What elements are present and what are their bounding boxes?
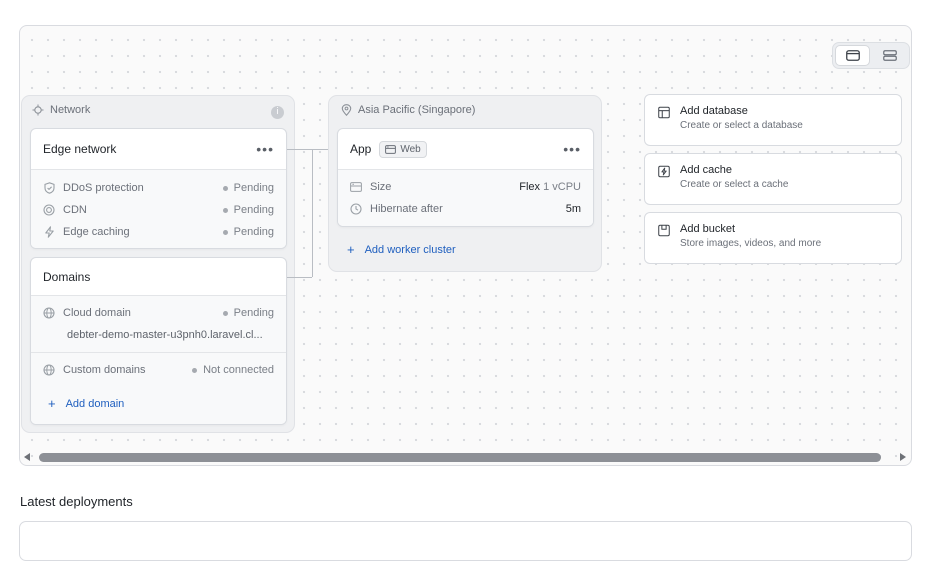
database-icon (658, 106, 670, 118)
hibernate-value: 5m (565, 203, 581, 215)
size-tier: Flex (519, 181, 541, 193)
list-item: DDoS protection Pending (43, 177, 274, 199)
add-bucket-card[interactable]: Add bucket Store images, videos, and mor… (644, 212, 902, 264)
clock-icon (350, 203, 362, 215)
hibernate-label: Hibernate after (370, 203, 443, 215)
custom-domains-row: Custom domains Not connected (43, 359, 274, 381)
app-title: App (350, 142, 372, 156)
list-view-button[interactable] (872, 45, 907, 66)
shield-icon (43, 182, 55, 194)
app-card[interactable]: App Web ••• Size Flex 1 vCPU Hibernate a… (337, 128, 594, 227)
edge-network-menu-button[interactable]: ••• (256, 142, 274, 156)
server-size-icon (350, 181, 362, 193)
size-row: Size Flex 1 vCPU (350, 176, 581, 198)
plus-icon: + (347, 242, 355, 257)
bucket-icon (658, 224, 670, 236)
canvas-view-button[interactable] (835, 45, 871, 66)
cdn-label: CDN (63, 204, 87, 216)
add-cache-card[interactable]: Add cache Create or select a cache (644, 153, 902, 205)
list-item: Edge caching Pending (43, 221, 274, 243)
web-badge-label: Web (400, 143, 421, 155)
add-database-card[interactable]: Add database Create or select a database (644, 94, 902, 146)
canvas-view-icon (845, 50, 860, 61)
add-database-title: Add database (680, 105, 748, 117)
add-cache-title: Add cache (680, 164, 732, 176)
add-worker-cluster-button[interactable]: + Add worker cluster (347, 243, 456, 256)
status-badge: Pending (233, 204, 274, 216)
ddos-protection-label: DDoS protection (63, 182, 144, 194)
web-badge: Web (379, 140, 427, 158)
size-label: Size (370, 181, 392, 193)
add-worker-cluster-label: Add worker cluster (364, 243, 456, 256)
edge-caching-label: Edge caching (63, 226, 130, 238)
location-pin-icon (340, 104, 352, 116)
connector-line (287, 277, 312, 278)
network-icon (32, 104, 44, 116)
network-group-header: Network (32, 104, 286, 116)
status-dot (222, 310, 228, 316)
horizontal-scrollbar[interactable] (20, 450, 911, 465)
cloud-domain-label: Cloud domain (63, 307, 131, 319)
add-domain-label: Add domain (65, 397, 125, 410)
scrollbar-thumb[interactable] (39, 453, 881, 462)
add-database-subtitle: Create or select a database (680, 120, 803, 131)
cdn-icon (43, 204, 55, 216)
globe-icon (43, 307, 55, 319)
view-toggle[interactable] (832, 42, 910, 69)
add-cache-subtitle: Create or select a cache (680, 179, 789, 190)
cache-icon (658, 165, 670, 177)
add-bucket-subtitle: Store images, videos, and more (680, 238, 822, 249)
list-item: CDN Pending (43, 199, 274, 221)
status-dot (222, 229, 228, 235)
plus-icon: + (48, 396, 56, 411)
status-badge: Pending (233, 307, 274, 319)
network-label: Network (50, 104, 91, 116)
region-label: Asia Pacific (Singapore) (358, 104, 476, 116)
status-dot (222, 207, 228, 213)
connector-line (312, 149, 313, 277)
latest-deployments-heading: Latest deployments (20, 494, 133, 509)
domains-title: Domains (43, 269, 91, 284)
globe-icon (43, 364, 55, 376)
bolt-icon (43, 226, 55, 238)
hibernate-row: Hibernate after 5m (350, 198, 581, 220)
edge-network-card[interactable]: Edge network ••• DDoS protection Pending… (30, 128, 287, 249)
connector-line (287, 149, 312, 150)
custom-domains-label: Custom domains (63, 364, 146, 376)
region-group-header: Asia Pacific (Singapore) (340, 104, 475, 116)
status-badge: Not connected (203, 364, 274, 376)
list-view-icon (882, 50, 897, 61)
add-bucket-title: Add bucket (680, 223, 736, 235)
cloud-domain-row: Cloud domain Pending (43, 302, 274, 324)
app-menu-button[interactable]: ••• (563, 142, 581, 156)
status-dot (222, 185, 228, 191)
scroll-right-icon[interactable] (900, 453, 906, 461)
deployments-card (19, 521, 912, 561)
size-value: 1 vCPU (543, 181, 581, 193)
status-badge: Pending (233, 182, 274, 194)
domains-card[interactable]: Domains Cloud domain Pending debter-demo… (30, 257, 287, 425)
info-icon[interactable]: i (271, 106, 284, 119)
status-dot (192, 367, 198, 373)
server-icon (385, 144, 397, 154)
status-badge: Pending (233, 226, 274, 238)
edge-network-title: Edge network (43, 142, 117, 156)
cloud-domain-link[interactable]: debter-demo-master-u3pnh0.laravel.cl... (67, 329, 263, 341)
scroll-left-icon[interactable] (24, 453, 30, 461)
add-domain-button[interactable]: + Add domain (43, 397, 274, 410)
